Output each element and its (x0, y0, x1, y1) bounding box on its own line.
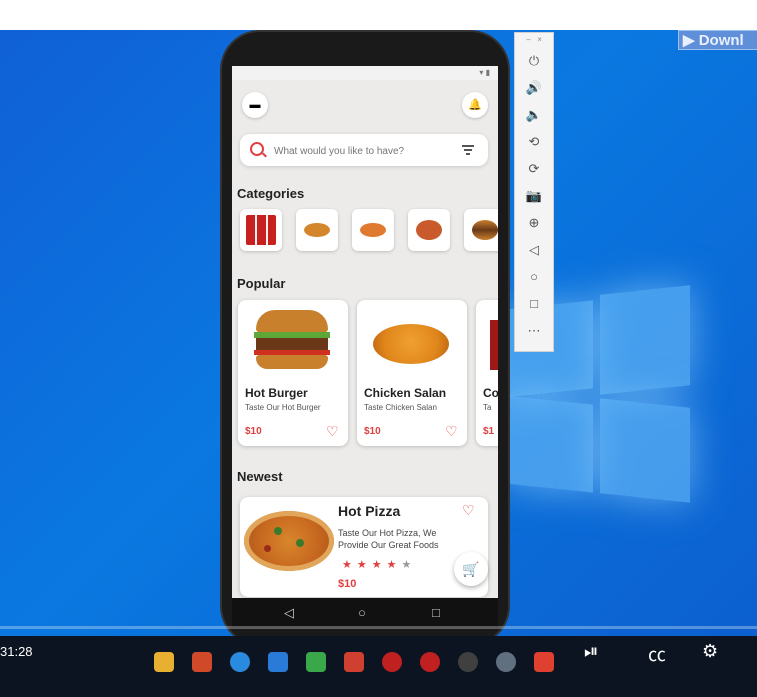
camera-icon[interactable]: 📷 (515, 182, 553, 209)
zoom-icon[interactable]: ⊕ (515, 209, 553, 236)
home-icon[interactable]: ○ (515, 263, 553, 290)
popular-desc: Taste Our Hot Burger (245, 403, 321, 412)
filter-icon[interactable] (462, 145, 474, 157)
popular-title: Popular (237, 276, 286, 291)
popular-card[interactable]: Co Ta $1 (476, 300, 498, 446)
download-button[interactable]: ▶ Downl (678, 30, 757, 50)
app-topbar: ▬ 🔔 (240, 92, 490, 122)
file-explorer-icon[interactable] (154, 652, 174, 672)
app-icon[interactable] (458, 652, 478, 672)
app-icon[interactable] (306, 652, 326, 672)
newest-price: $10 (338, 578, 357, 590)
settings-gear-icon[interactable]: ⚙ (702, 641, 718, 662)
chrome-icon[interactable] (230, 652, 250, 672)
notification-bell-icon[interactable]: 🔔 (462, 92, 488, 118)
star-icon: ★ (371, 559, 387, 571)
burger-image (254, 310, 330, 370)
power-icon[interactable]: ⏻ (515, 47, 553, 74)
category-burger[interactable] (464, 209, 498, 251)
newest-name: Hot Pizza (338, 503, 401, 519)
popular-card[interactable]: Chicken Salan Taste Chicken Salan $10 ♡ (357, 300, 467, 446)
status-bar: ▾ ▮ (232, 66, 498, 80)
app-icon[interactable] (192, 652, 212, 672)
search-icon (250, 142, 264, 156)
search-input[interactable] (272, 141, 456, 161)
popular-price: $10 (245, 426, 262, 437)
popular-name: Hot Burger (245, 386, 308, 400)
popular-list: Hot Burger Taste Our Hot Burger $10 ♡ Ch… (238, 300, 498, 448)
categories-title: Categories (237, 186, 305, 201)
star-icon: ★ (386, 559, 402, 571)
chicken-salan-image (373, 310, 449, 370)
popular-name: Co (483, 386, 498, 400)
nav-home-icon[interactable]: ○ (358, 605, 366, 620)
star-icon: ★ (356, 559, 372, 571)
record-icon[interactable] (382, 652, 402, 672)
snack-image (304, 223, 330, 237)
app-icon[interactable] (344, 652, 364, 672)
back-icon[interactable]: ◁ (515, 236, 553, 263)
nav-recents-icon[interactable]: □ (432, 605, 440, 620)
volume-down-icon[interactable]: 🔈 (515, 101, 553, 128)
rotate-left-icon[interactable]: ⟲ (515, 128, 553, 155)
more-icon[interactable]: ⋯ (515, 317, 553, 344)
emulator-toolbar: – × ⏻ 🔊 🔈 ⟲ ⟳ 📷 ⊕ ◁ ○ □ ⋯ (514, 32, 554, 352)
overview-icon[interactable]: □ (515, 290, 553, 317)
popular-desc: Ta (483, 403, 492, 412)
search-bar[interactable] (240, 134, 488, 166)
pizza-image (244, 511, 334, 571)
heart-icon[interactable]: ♡ (326, 424, 339, 438)
heart-icon[interactable]: ♡ (462, 503, 475, 517)
categories-list (240, 209, 498, 255)
newest-desc: Taste Our Hot Pizza, We Provide Our Grea… (338, 528, 439, 550)
phone-screen: ▾ ▮ ▬ 🔔 Categories Popular (232, 66, 498, 598)
rating-stars: ★★★★★ (342, 558, 416, 571)
rotate-right-icon[interactable]: ⟳ (515, 155, 553, 182)
popular-card[interactable]: Hot Burger Taste Our Hot Burger $10 ♡ (238, 300, 348, 446)
category-pizza[interactable] (408, 209, 450, 251)
cart-icon[interactable]: 🛒 (454, 552, 488, 586)
star-empty-icon: ★ (401, 559, 417, 571)
popular-price: $10 (364, 426, 381, 437)
video-time: 31:28 (0, 644, 33, 659)
popular-price: $1 (483, 426, 495, 437)
category-snack[interactable] (296, 209, 338, 251)
autoplay-toggle-icon[interactable]: ⏯ (584, 641, 598, 662)
app-icon[interactable] (496, 652, 516, 672)
star-icon: ★ (342, 559, 357, 571)
category-chicken[interactable] (352, 209, 394, 251)
video-progress-bar[interactable] (0, 626, 757, 629)
drink-image (490, 320, 498, 370)
app-icon[interactable] (534, 652, 554, 672)
popular-desc: Taste Chicken Salan (364, 403, 437, 412)
video-player-controls (0, 636, 757, 697)
vscode-icon[interactable] (268, 652, 288, 672)
captions-icon[interactable]: ㏄ (648, 641, 666, 667)
newest-title: Newest (237, 469, 283, 484)
newest-card[interactable]: Hot Pizza ♡ Taste Our Hot Pizza, We Prov… (240, 497, 488, 597)
record-icon[interactable] (420, 652, 440, 672)
pizza-image (416, 220, 442, 240)
chicken-image (360, 223, 386, 237)
toolbar-window-controls[interactable]: – × (515, 33, 553, 47)
nav-back-icon[interactable]: ◁ (284, 605, 294, 621)
burger-image (472, 220, 498, 240)
volume-up-icon[interactable]: 🔊 (515, 74, 553, 101)
menu-icon[interactable]: ▬ (242, 92, 268, 118)
android-nav-bar: ◁ ○ □ (232, 598, 498, 628)
popular-name: Chicken Salan (364, 386, 447, 400)
category-drinks[interactable] (240, 209, 282, 251)
heart-icon[interactable]: ♡ (445, 424, 458, 438)
drinks-image (246, 215, 276, 245)
